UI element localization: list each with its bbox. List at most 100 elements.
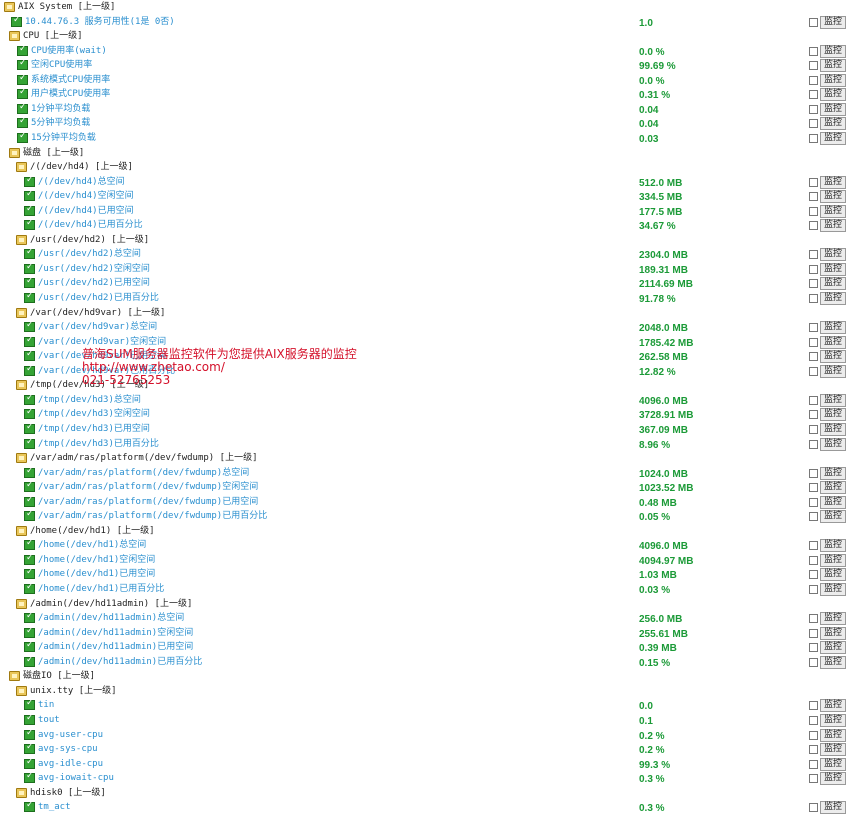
monitor-button[interactable]: 监控 (820, 772, 847, 786)
monitor-button[interactable]: 监控 (820, 292, 847, 305)
group-label-link[interactable]: /admin(/dev/hd11admin) [上一级] (30, 598, 192, 611)
metric-label-link[interactable]: /var/adm/ras/platform(/dev/fwdump)已用百分比 (38, 510, 267, 523)
metric-label-link[interactable]: /home(/dev/hd1)总空间 (38, 539, 146, 552)
group-label-link[interactable]: /var/adm/ras/platform(/dev/fwdump) [上一级] (30, 452, 257, 465)
monitor-button[interactable]: 监控 (820, 553, 847, 567)
metric-label-link[interactable]: /var/adm/ras/platform(/dev/fwdump)空闲空间 (38, 481, 258, 494)
metric-label-link[interactable]: /usr(/dev/hd2)已用空间 (38, 277, 150, 290)
monitor-button[interactable]: 监控 (820, 583, 847, 596)
monitor-checkbox[interactable] (809, 221, 818, 231)
monitor-button[interactable]: 监控 (820, 510, 847, 524)
metric-label-link[interactable]: 空闲CPU使用率 (31, 59, 92, 72)
monitor-checkbox[interactable] (809, 439, 818, 449)
group-label-link[interactable]: 磁盘IO [上一级] (23, 670, 95, 683)
monitor-checkbox[interactable] (809, 745, 818, 755)
monitor-checkbox[interactable] (809, 759, 818, 769)
monitor-button[interactable]: 监控 (820, 757, 847, 771)
monitor-button[interactable]: 监控 (820, 539, 847, 553)
monitor-button[interactable]: 监控 (820, 88, 847, 102)
monitor-checkbox[interactable] (809, 366, 818, 376)
monitor-checkbox[interactable] (809, 250, 818, 260)
monitor-button[interactable]: 监控 (820, 102, 847, 116)
monitor-button[interactable]: 监控 (820, 204, 847, 218)
monitor-button[interactable]: 监控 (820, 44, 847, 58)
metric-label-link[interactable]: /home(/dev/hd1)空闲空间 (38, 554, 155, 567)
metric-label-link[interactable]: avg-user-cpu (38, 729, 103, 742)
monitor-checkbox[interactable] (809, 774, 818, 784)
metric-label-link[interactable]: /var/adm/ras/platform(/dev/fwdump)已用空间 (38, 496, 258, 509)
monitor-checkbox[interactable] (809, 46, 818, 56)
monitor-checkbox[interactable] (809, 541, 818, 551)
metric-label-link[interactable]: tin (38, 699, 54, 712)
monitor-button[interactable]: 监控 (820, 321, 847, 335)
monitor-button[interactable]: 监控 (820, 335, 847, 349)
metric-label-link[interactable]: /(/dev/hd4)已用百分比 (38, 219, 143, 232)
monitor-button[interactable]: 监控 (820, 262, 847, 276)
monitor-checkbox[interactable] (809, 657, 818, 667)
monitor-checkbox[interactable] (809, 614, 818, 624)
metric-label-link[interactable]: /tmp(/dev/hd3)空闲空间 (38, 408, 150, 421)
monitor-button[interactable]: 监控 (820, 219, 847, 233)
monitor-checkbox[interactable] (809, 323, 818, 333)
metric-label-link[interactable]: /var(/dev/hd9var)空闲空间 (38, 336, 166, 349)
monitor-checkbox[interactable] (809, 643, 818, 653)
monitor-checkbox[interactable] (809, 585, 818, 594)
monitor-checkbox[interactable] (809, 279, 818, 289)
group-label-link[interactable]: /usr(/dev/hd2) [上一级] (30, 234, 149, 247)
monitor-checkbox[interactable] (809, 497, 818, 507)
monitor-button[interactable]: 监控 (820, 655, 847, 669)
monitor-button[interactable]: 监控 (820, 713, 847, 727)
monitor-checkbox[interactable] (809, 75, 818, 85)
metric-label-link[interactable]: /tmp(/dev/hd3)已用空间 (38, 423, 150, 436)
monitor-checkbox[interactable] (809, 177, 818, 187)
monitor-button[interactable]: 监控 (820, 728, 847, 742)
metric-label-link[interactable]: avg-idle-cpu (38, 758, 103, 771)
monitor-checkbox[interactable] (809, 715, 818, 725)
monitor-checkbox[interactable] (809, 294, 818, 303)
monitor-button[interactable]: 监控 (820, 350, 847, 364)
metric-label-link[interactable]: /home(/dev/hd1)已用百分比 (38, 583, 164, 596)
monitor-button[interactable]: 监控 (820, 612, 847, 626)
metric-label-link[interactable]: tm_act (38, 801, 71, 814)
monitor-button[interactable]: 监控 (820, 15, 847, 29)
metric-label-link[interactable]: tout (38, 714, 60, 727)
metric-label-link[interactable]: /admin(/dev/hd11admin)已用百分比 (38, 656, 202, 669)
metric-label-link[interactable]: /admin(/dev/hd11admin)空闲空间 (38, 627, 193, 640)
group-label-link[interactable]: hdisk0 [上一级] (30, 787, 106, 800)
monitor-checkbox[interactable] (809, 555, 818, 565)
monitor-button[interactable]: 监控 (820, 437, 847, 451)
monitor-button[interactable]: 监控 (820, 641, 847, 655)
monitor-button[interactable]: 监控 (820, 481, 847, 495)
metric-label-link[interactable]: /usr(/dev/hd2)空闲空间 (38, 263, 150, 276)
monitor-button[interactable]: 监控 (820, 277, 847, 291)
metric-label-link[interactable]: /var(/dev/hd9var)总空间 (38, 321, 157, 334)
metric-label-link[interactable]: /usr(/dev/hd2)总空间 (38, 248, 141, 261)
monitor-button[interactable]: 监控 (820, 364, 847, 378)
monitor-button[interactable]: 监控 (820, 743, 847, 757)
metric-label-link[interactable]: /tmp(/dev/hd3)已用百分比 (38, 438, 159, 451)
group-label-link[interactable]: AIX System [上一级] (18, 1, 115, 14)
monitor-button[interactable]: 监控 (820, 801, 847, 815)
group-label-link[interactable]: CPU [上一级] (23, 30, 83, 43)
monitor-checkbox[interactable] (809, 61, 818, 71)
metric-label-link[interactable]: /(/dev/hd4)已用空间 (38, 205, 134, 218)
monitor-button[interactable]: 监控 (820, 117, 847, 131)
monitor-checkbox[interactable] (809, 424, 818, 434)
monitor-button[interactable]: 监控 (820, 248, 847, 262)
metric-label-link[interactable]: 15分钟平均负载 (31, 132, 96, 145)
monitor-button[interactable]: 监控 (820, 131, 847, 145)
monitor-checkbox[interactable] (809, 264, 818, 274)
metric-label-link[interactable]: 5分钟平均负载 (31, 117, 90, 130)
monitor-button[interactable]: 监控 (820, 190, 847, 204)
monitor-checkbox[interactable] (809, 90, 818, 100)
monitor-checkbox[interactable] (809, 803, 818, 813)
monitor-button[interactable]: 监控 (820, 422, 847, 436)
metric-label-link[interactable]: /var(/dev/hd9var)已用百分比 (38, 365, 175, 378)
metric-label-link[interactable]: /usr(/dev/hd2)已用百分比 (38, 292, 159, 305)
monitor-checkbox[interactable] (809, 410, 818, 420)
monitor-checkbox[interactable] (809, 483, 818, 493)
metric-label-link[interactable]: /admin(/dev/hd11admin)已用空间 (38, 641, 193, 654)
metric-label-link[interactable]: 系统模式CPU使用率 (31, 74, 110, 87)
group-label-link[interactable]: /(/dev/hd4) [上一级] (30, 161, 133, 174)
metric-label-link[interactable]: /var(/dev/hd9var)已用空间 (38, 350, 166, 363)
